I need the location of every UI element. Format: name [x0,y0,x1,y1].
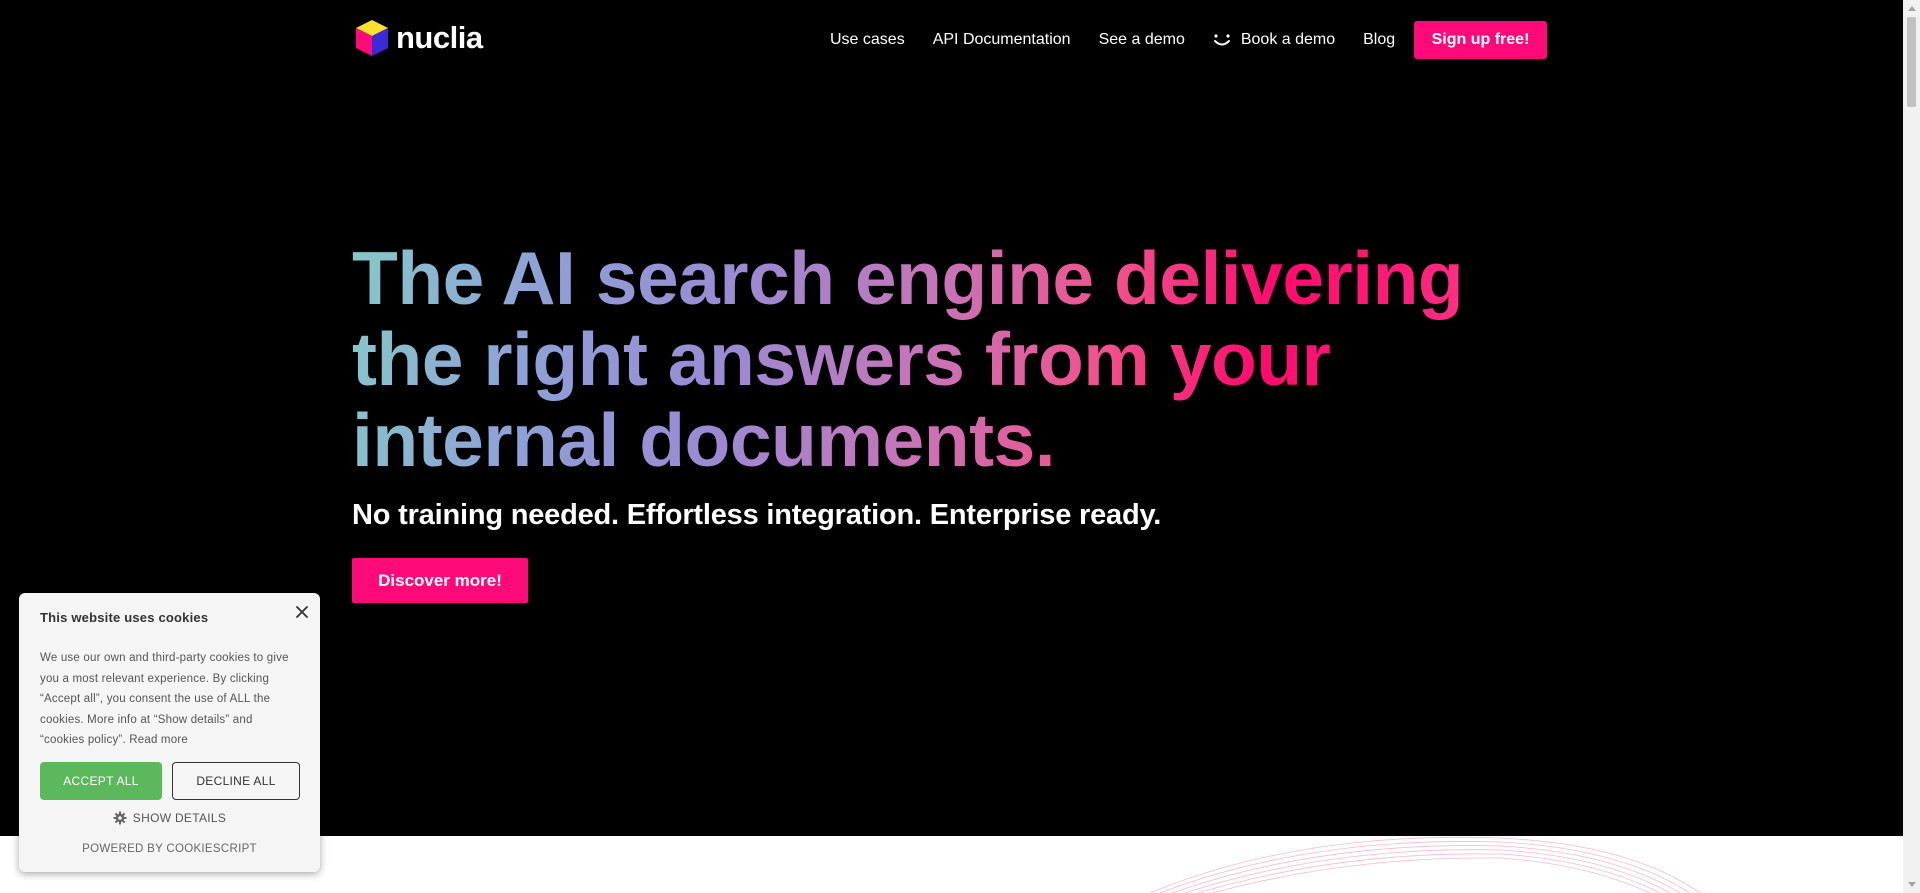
cookie-banner: This website uses cookies We use our own… [19,593,320,872]
nav-see-a-demo-label: See a demo [1098,31,1185,48]
nav-blog-label: Blog [1363,31,1396,48]
hero-headline: The AI search engine delivering the righ… [352,238,1552,481]
nav-api-documentation-label: API Documentation [932,31,1071,48]
powered-by-cookiescript[interactable]: POWERED BY COOKIESCRIPT [19,843,320,855]
gear-icon [113,811,127,825]
nav-see-a-demo[interactable]: See a demo [1099,31,1185,49]
main-nav: Use cases API Documentation See a demo B… [830,21,1423,59]
scroll-thumb[interactable] [1907,17,1916,107]
nav-blog[interactable]: Blog [1363,31,1395,49]
scroll-down-arrow-icon[interactable] [1903,876,1920,893]
page-scrollbar[interactable] [1903,0,1920,893]
discover-more-button[interactable]: Discover more! [352,558,528,603]
cookie-banner-body: We use our own and third-party cookies t… [40,652,289,746]
cookie-banner-title: This website uses cookies [40,610,209,625]
nuclia-logo[interactable]: nuclia [354,18,483,58]
scroll-up-arrow-icon[interactable] [1903,0,1920,17]
read-more-link[interactable]: Read more [129,734,188,746]
hero-subline: No training needed. Effortless integrati… [352,499,1162,531]
close-icon[interactable] [294,604,310,620]
cube-logo-icon [356,20,388,56]
smile-icon [1213,34,1230,46]
nav-use-cases-label: Use cases [830,31,905,48]
logo-wordmark: nuclia [396,20,483,55]
show-details-toggle[interactable]: SHOW DETAILS [19,811,320,825]
accept-all-button[interactable]: ACCEPT ALL [40,762,162,800]
page: nuclia Use cases API Documentation See a… [0,0,1920,893]
nav-use-cases[interactable]: Use cases [830,31,905,49]
nav-api-documentation[interactable]: API Documentation [933,31,1071,49]
cookie-banner-text: We use our own and third-party cookies t… [40,648,298,751]
decline-all-button[interactable]: DECLINE ALL [172,762,300,800]
sign-up-button[interactable]: Sign up free! [1414,21,1547,59]
nav-book-a-demo[interactable]: Book a demo [1213,31,1335,49]
nav-book-a-demo-label: Book a demo [1240,31,1336,48]
show-details-label: SHOW DETAILS [132,811,227,825]
